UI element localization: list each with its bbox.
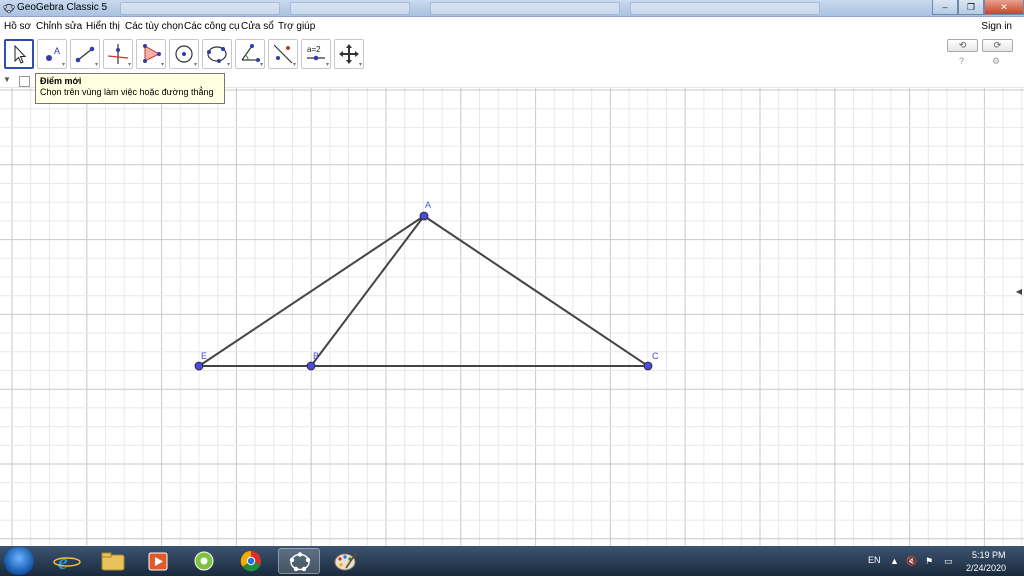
cursor-arrow-icon bbox=[14, 44, 27, 64]
geogebra-app-icon bbox=[3, 3, 15, 14]
graphics-canvas[interactable]: A B C E bbox=[0, 88, 1024, 546]
start-button[interactable] bbox=[4, 547, 34, 575]
svg-text:e: e bbox=[58, 549, 68, 574]
menu-edit[interactable]: Chỉnh sửa bbox=[36, 21, 82, 32]
background-window-tab bbox=[120, 2, 280, 15]
svg-text:A: A bbox=[54, 46, 60, 56]
geogebra-window-taskbar-button[interactable] bbox=[278, 548, 320, 574]
title-bar: GeoGebra Classic 5 – ❐ ✕ bbox=[0, 0, 1024, 17]
point-label-b: B bbox=[313, 351, 319, 361]
clock-time[interactable]: 5:19 PM bbox=[972, 550, 1006, 560]
move-graphics-view-tool-button[interactable]: ▾ bbox=[334, 39, 364, 69]
internet-explorer-icon: e bbox=[53, 549, 81, 574]
help-icon[interactable]: ? bbox=[959, 56, 964, 66]
menu-file[interactable]: Hồ sơ bbox=[4, 21, 31, 32]
point-c[interactable] bbox=[643, 361, 653, 371]
media-player-taskbar-button[interactable] bbox=[138, 548, 180, 574]
polygon-tool-button[interactable]: ▾ bbox=[136, 39, 166, 69]
menu-options[interactable]: Các tùy chọn bbox=[125, 21, 183, 32]
windows-taskbar: e EN ▲ 🔇 ⚑ ▭ 5:19 PM 2/24/2020 bbox=[0, 546, 1024, 576]
point-b[interactable] bbox=[306, 361, 316, 371]
menu-help[interactable]: Trợ giúp bbox=[278, 21, 315, 32]
move-tool-button[interactable] bbox=[4, 39, 34, 69]
perpendicular-line-tool-button[interactable]: ▾ bbox=[103, 39, 133, 69]
style-bar-toggle-icon[interactable]: ▼ bbox=[3, 75, 11, 84]
point-e[interactable] bbox=[194, 361, 204, 371]
graphics-view[interactable]: A B C E ◀ bbox=[0, 88, 1024, 546]
background-window-tab bbox=[290, 2, 410, 15]
point-tool-button[interactable]: A ▾ bbox=[37, 39, 67, 69]
background-window-tab bbox=[430, 2, 620, 15]
volume-icon[interactable]: 🔇 bbox=[906, 556, 917, 566]
file-explorer-taskbar-button[interactable] bbox=[92, 548, 134, 574]
circle-center-point-tool-button[interactable]: ▾ bbox=[169, 39, 199, 69]
style-bar-checkbox[interactable] bbox=[19, 76, 30, 87]
chrome-taskbar-button[interactable] bbox=[230, 548, 272, 574]
slider-tool-button[interactable]: a=2 ▾ bbox=[301, 39, 331, 69]
angle-tool-button[interactable]: ▾ bbox=[235, 39, 265, 69]
coordinate-grid bbox=[0, 88, 1024, 546]
menu-window[interactable]: Cửa sổ bbox=[241, 21, 274, 32]
background-window-tab bbox=[630, 2, 820, 15]
language-indicator[interactable]: EN bbox=[868, 555, 881, 565]
restore-button[interactable]: ❐ bbox=[958, 0, 984, 15]
menu-bar: Hồ sơ Chỉnh sửa Hiển thị Các tùy chọn Cá… bbox=[0, 17, 1024, 36]
green-app-icon bbox=[194, 551, 214, 571]
tool-tooltip: Điểm mới Chọn trên vùng làm việc hoặc đư… bbox=[35, 73, 225, 104]
point-label-c: C bbox=[652, 351, 659, 361]
point-a[interactable] bbox=[419, 211, 429, 221]
point-label-a: A bbox=[425, 200, 431, 210]
settings-icon[interactable]: ⚙ bbox=[992, 56, 1000, 67]
segment-tool-button[interactable]: ▾ bbox=[70, 39, 100, 69]
chrome-icon bbox=[240, 550, 261, 572]
undo-button[interactable]: ⟲ bbox=[947, 39, 978, 52]
network-icon[interactable]: ⚑ bbox=[925, 556, 935, 566]
tooltip-title: Điểm mới bbox=[40, 76, 82, 86]
show-hidden-icons-icon[interactable]: ▲ bbox=[890, 556, 900, 566]
paint-palette-icon bbox=[334, 552, 357, 571]
panel-expand-arrow-icon[interactable]: ◀ bbox=[1016, 287, 1022, 296]
geogebra-icon bbox=[289, 552, 311, 572]
menu-tools[interactable]: Các công cụ bbox=[184, 21, 240, 32]
circle-three-points-tool-button[interactable]: ▾ bbox=[202, 39, 232, 69]
close-button[interactable]: ✕ bbox=[984, 0, 1024, 15]
points: A B C E bbox=[194, 200, 659, 371]
toolbar: A ▾ ▾ ▾ ▾ ▾ ▾ ▾ ▾ a=2 ▾ ▾ ⟲ ⟳ ? ⚙ bbox=[0, 36, 1024, 74]
reflect-tool-button[interactable]: ▾ bbox=[268, 39, 298, 69]
svg-text:a=2: a=2 bbox=[307, 45, 321, 54]
action-center-icon[interactable]: ▭ bbox=[944, 556, 954, 566]
window-title: GeoGebra Classic 5 bbox=[17, 2, 108, 13]
geogebra-launcher-taskbar-button[interactable] bbox=[184, 548, 226, 574]
clock-date[interactable]: 2/24/2020 bbox=[966, 563, 1006, 573]
window-controls: – ❐ ✕ bbox=[932, 0, 1024, 17]
menu-view[interactable]: Hiển thị bbox=[86, 21, 120, 32]
point-label-e: E bbox=[201, 351, 207, 361]
redo-button[interactable]: ⟳ bbox=[982, 39, 1013, 52]
minimize-button[interactable]: – bbox=[932, 0, 958, 15]
paint-taskbar-button[interactable] bbox=[324, 548, 366, 574]
tooltip-text: Chọn trên vùng làm việc hoặc đường thẳng bbox=[40, 87, 214, 97]
internet-explorer-taskbar-button[interactable]: e bbox=[46, 548, 88, 574]
folder-icon bbox=[101, 552, 125, 571]
media-player-icon bbox=[148, 552, 168, 571]
sign-in-link[interactable]: Sign in bbox=[981, 21, 1012, 32]
